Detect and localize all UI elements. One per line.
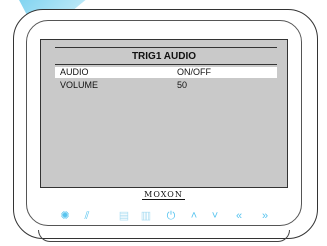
light-button[interactable]: ✺ xyxy=(58,209,72,223)
menu-row-value: ON/OFF xyxy=(177,67,211,77)
right-button[interactable]: » xyxy=(258,209,272,223)
up-button[interactable]: ˄ xyxy=(187,209,201,223)
menu-title: TRIG1 AUDIO xyxy=(131,51,197,62)
menu-row-label: VOLUME xyxy=(60,80,99,90)
title-divider-bottom xyxy=(55,64,277,65)
monitor-base xyxy=(38,230,290,242)
menu-row-value: 50 xyxy=(177,80,188,90)
menu-icon: ▤ xyxy=(118,210,130,222)
mode-icon: ▥ xyxy=(140,210,152,222)
title-divider-top xyxy=(55,47,277,48)
power-icon: ⏻ xyxy=(166,210,176,222)
menu-row-label: AUDIO xyxy=(60,67,89,77)
left-button[interactable]: « xyxy=(232,209,246,223)
osd-screen: TRIG1 AUDIO AUDIO ON/OFF VOLUME 50 xyxy=(40,39,288,188)
menu-button[interactable]: ▤ xyxy=(117,209,131,223)
left-icon: « xyxy=(235,210,243,222)
up-icon: ˄ xyxy=(190,210,198,222)
brand-logo: MOXON xyxy=(142,190,185,200)
down-button[interactable]: ˅ xyxy=(208,209,222,223)
right-icon: » xyxy=(261,210,269,222)
menu-row-audio[interactable]: AUDIO ON/OFF xyxy=(55,67,277,78)
light-icon: ✺ xyxy=(60,210,70,222)
wipe-button[interactable]: ⫽ xyxy=(80,209,94,223)
power-button[interactable]: ⏻ xyxy=(164,209,178,223)
down-icon: ˅ xyxy=(211,210,219,222)
wipe-icon: ⫽ xyxy=(84,210,90,222)
mode-button[interactable]: ▥ xyxy=(139,209,153,223)
menu-row-volume[interactable]: VOLUME 50 xyxy=(55,80,277,91)
